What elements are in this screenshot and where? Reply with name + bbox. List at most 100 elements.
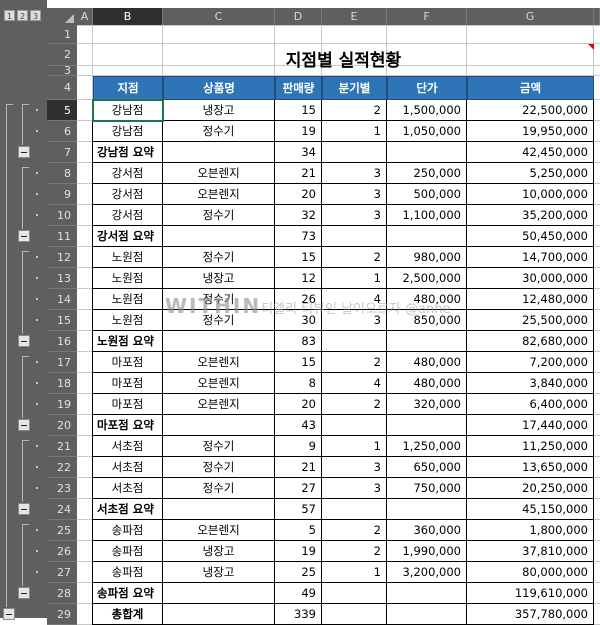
cell-branch[interactable]: 마포점 (93, 394, 163, 415)
cell-branch[interactable]: 마포점 (93, 373, 163, 394)
cell-qty[interactable]: 15 (275, 247, 322, 268)
cell-quarter[interactable]: 2 (322, 394, 387, 415)
cell-price[interactable]: 980,000 (387, 247, 467, 268)
cell-product[interactable]: 냉장고 (163, 268, 275, 289)
column-header-g[interactable]: G (467, 8, 594, 26)
cell-qty[interactable]: 57 (275, 499, 322, 520)
collapse-group-button[interactable] (18, 419, 30, 431)
cell-amount[interactable]: 5,250,000 (467, 163, 594, 184)
cell-price[interactable] (387, 415, 467, 436)
cell-branch[interactable]: 서초점 (93, 436, 163, 457)
row-header-27[interactable]: 27 (47, 562, 77, 583)
cell-quarter[interactable]: 2 (322, 352, 387, 373)
row-header-24[interactable]: 24 (47, 499, 77, 520)
cell-amount[interactable]: 19,950,000 (467, 121, 594, 142)
cell-product[interactable]: 오븐렌지 (163, 394, 275, 415)
cell-product[interactable]: 정수기 (163, 205, 275, 226)
outline-level-2-button[interactable]: 2 (17, 10, 28, 21)
cell-branch[interactable]: 서초점 요약 (93, 499, 163, 520)
cell-price[interactable]: 1,100,000 (387, 205, 467, 226)
cell-branch[interactable]: 강서점 (93, 184, 163, 205)
cell-product[interactable]: 오븐렌지 (163, 520, 275, 541)
cell-quarter[interactable] (322, 226, 387, 247)
cell-qty[interactable]: 15 (275, 100, 322, 121)
row-header-29[interactable]: 29 (47, 604, 77, 625)
cell-qty[interactable]: 49 (275, 583, 322, 604)
cell-qty[interactable]: 20 (275, 184, 322, 205)
cell-qty[interactable]: 9 (275, 436, 322, 457)
cell-qty[interactable]: 34 (275, 142, 322, 163)
cell-qty[interactable]: 25 (275, 562, 322, 583)
row-header-17[interactable]: 17 (47, 352, 77, 373)
cell-amount[interactable]: 22,500,000 (467, 100, 594, 121)
row-header-13[interactable]: 13 (47, 268, 77, 289)
cell-branch[interactable]: 노원점 요약 (93, 331, 163, 352)
cell-amount[interactable]: 119,610,000 (467, 583, 594, 604)
cell-product[interactable]: 오븐렌지 (163, 163, 275, 184)
row-header-28[interactable]: 28 (47, 583, 77, 604)
cell-product[interactable]: 냉장고 (163, 100, 275, 121)
cell-price[interactable]: 2,500,000 (387, 268, 467, 289)
cell-product[interactable] (163, 499, 275, 520)
cell-price[interactable] (387, 499, 467, 520)
cell-amount[interactable]: 20,250,000 (467, 478, 594, 499)
row-header-14[interactable]: 14 (47, 289, 77, 310)
cell-branch[interactable]: 노원점 (93, 268, 163, 289)
cell-branch[interactable]: 강남점 요약 (93, 142, 163, 163)
row-header-25[interactable]: 25 (47, 520, 77, 541)
cell-amount[interactable]: 357,780,000 (467, 604, 594, 625)
collapse-all-button[interactable] (3, 608, 15, 620)
cell-price[interactable]: 360,000 (387, 520, 467, 541)
cell-qty[interactable]: 21 (275, 457, 322, 478)
cell-product[interactable] (163, 604, 275, 625)
column-header-a[interactable]: A (77, 8, 93, 26)
cell-branch[interactable]: 강서점 (93, 163, 163, 184)
row-header-4[interactable]: 4 (47, 76, 77, 100)
cell-product[interactable] (163, 331, 275, 352)
select-all-button[interactable] (47, 8, 77, 26)
cell-price[interactable]: 1,990,000 (387, 541, 467, 562)
cell-product[interactable]: 정수기 (163, 457, 275, 478)
cell-product[interactable] (163, 142, 275, 163)
column-header-e[interactable]: E (322, 8, 387, 26)
cell-quarter[interactable]: 4 (322, 373, 387, 394)
cell-amount[interactable]: 37,810,000 (467, 541, 594, 562)
cell-amount[interactable]: 7,200,000 (467, 352, 594, 373)
cell-price[interactable]: 650,000 (387, 457, 467, 478)
cell-qty[interactable]: 12 (275, 268, 322, 289)
row-header-16[interactable]: 16 (47, 331, 77, 352)
cell-quarter[interactable]: 3 (322, 184, 387, 205)
cell-branch[interactable]: 마포점 요약 (93, 415, 163, 436)
row-header-9[interactable]: 9 (47, 184, 77, 205)
row-header-23[interactable]: 23 (47, 478, 77, 499)
cell-price[interactable]: 3,200,000 (387, 562, 467, 583)
cell-price[interactable]: 320,000 (387, 394, 467, 415)
cell-qty[interactable]: 8 (275, 373, 322, 394)
cell-amount[interactable]: 45,150,000 (467, 499, 594, 520)
cell-quarter[interactable]: 1 (322, 121, 387, 142)
column-header-f[interactable]: F (387, 8, 467, 26)
cell-price[interactable] (387, 226, 467, 247)
cell-branch[interactable]: 마포점 (93, 352, 163, 373)
row-header-12[interactable]: 12 (47, 247, 77, 268)
cell-quarter[interactable] (322, 142, 387, 163)
cell-branch[interactable]: 서초점 (93, 457, 163, 478)
cell-branch[interactable]: 강서점 (93, 205, 163, 226)
cell-qty[interactable]: 27 (275, 478, 322, 499)
cell-quarter[interactable]: 2 (322, 100, 387, 121)
cell-branch[interactable]: 송파점 (93, 520, 163, 541)
cell-quarter[interactable]: 1 (322, 268, 387, 289)
row-header-26[interactable]: 26 (47, 541, 77, 562)
cell-price[interactable]: 750,000 (387, 478, 467, 499)
row-header-7[interactable]: 7 (47, 142, 77, 163)
cell-amount[interactable]: 17,440,000 (467, 415, 594, 436)
cell-qty[interactable]: 339 (275, 604, 322, 625)
cell-product[interactable]: 정수기 (163, 436, 275, 457)
cell-amount[interactable]: 1,800,000 (467, 520, 594, 541)
cell-qty[interactable]: 19 (275, 121, 322, 142)
cell-product[interactable]: 정수기 (163, 121, 275, 142)
cell-quarter[interactable]: 3 (322, 457, 387, 478)
cell-qty[interactable]: 20 (275, 394, 322, 415)
cell-amount[interactable]: 25,500,000 (467, 310, 594, 331)
cell-price[interactable]: 250,000 (387, 163, 467, 184)
